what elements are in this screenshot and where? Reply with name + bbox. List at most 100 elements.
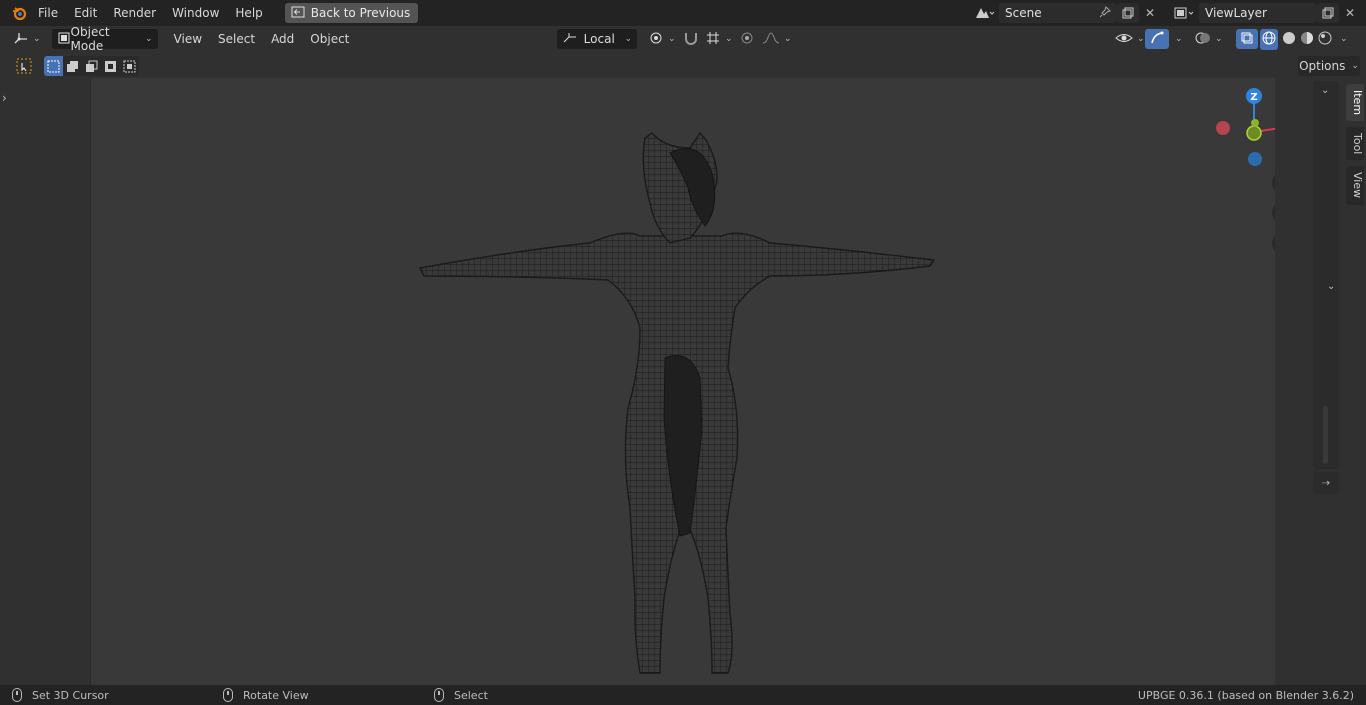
pivot-point-button[interactable]: ⌄	[643, 29, 681, 49]
object-mode-icon	[57, 31, 71, 48]
menu-select[interactable]: Select	[210, 28, 263, 50]
tab-item[interactable]: Item	[1346, 84, 1364, 122]
editor-type-button[interactable]: ⌄	[8, 29, 46, 49]
wireframe-shading-icon[interactable]	[1260, 28, 1278, 50]
mode-select[interactable]: Object Mode ⌄	[51, 25, 158, 53]
menu-file[interactable]: File	[30, 2, 66, 24]
mouse-right-icon	[434, 688, 444, 702]
mode-label: Object Mode	[70, 25, 110, 53]
viewlayer-name-field[interactable]: ViewLayer	[1199, 3, 1317, 23]
mouse-middle-icon	[223, 688, 233, 702]
select-subtract-icon[interactable]	[82, 56, 101, 76]
material-shading-icon[interactable]	[1300, 31, 1314, 48]
status-rotate-view-label: Rotate View	[243, 688, 309, 702]
pivot-icon	[648, 31, 664, 48]
status-select: Select	[434, 688, 488, 702]
chevron-down-icon: ⌄	[784, 34, 792, 44]
overlays-icon	[1195, 31, 1211, 48]
new-viewlayer-icon[interactable]	[1317, 3, 1339, 23]
select-new-icon[interactable]	[44, 56, 63, 76]
status-select-label: Select	[454, 688, 488, 702]
options-label: Options	[1299, 59, 1346, 73]
menu-render[interactable]: Render	[105, 2, 164, 24]
collapse-panel-icon[interactable]: ⌄	[1321, 85, 1329, 96]
scene-name: Scene	[1005, 6, 1042, 20]
options-dropdown[interactable]: Options ⌄	[1298, 56, 1360, 76]
visibility-button[interactable]: ⌄	[1110, 29, 1150, 49]
tab-view[interactable]: View	[1346, 166, 1364, 205]
status-rotate-view: Rotate View	[223, 688, 309, 702]
xray-icon	[1241, 32, 1253, 47]
solid-shading-icon[interactable]	[1282, 31, 1296, 48]
select-extend-icon[interactable]	[63, 56, 82, 76]
proportional-edit-toggle[interactable]	[735, 29, 759, 49]
pin-icon[interactable]	[1099, 5, 1111, 21]
mouse-left-icon	[12, 688, 22, 702]
select-intersect-icon[interactable]	[120, 56, 139, 76]
sidebar-region[interactable]: ⌄ ⌄ ⇢ Item Tool View	[1275, 78, 1366, 685]
chevron-down-icon: ⌄	[1215, 34, 1223, 44]
orientation-label: Local	[583, 32, 615, 46]
chevron-down-icon: ⌄	[725, 34, 733, 44]
back-arrow-icon	[291, 6, 305, 21]
tab-tool[interactable]: Tool	[1346, 127, 1364, 161]
chevron-down-icon: ⌄	[33, 34, 41, 44]
snap-target-button[interactable]: ⌄	[700, 29, 738, 49]
gizmo-dropdown[interactable]: ⌄	[1166, 29, 1188, 49]
status-set-cursor-label: Set 3D Cursor	[32, 688, 109, 702]
sidebar-tabs: Item Tool View	[1346, 84, 1364, 205]
blender-logo-icon[interactable]	[8, 2, 30, 24]
menu-edit[interactable]: Edit	[66, 2, 105, 24]
xray-toggle[interactable]	[1236, 29, 1258, 49]
gizmo-z-label: Z	[1250, 92, 1257, 103]
menu-window[interactable]: Window	[164, 2, 227, 24]
status-bar: Set 3D Cursor Rotate View Select UPBGE 0…	[0, 685, 1366, 705]
viewlayer-name: ViewLayer	[1205, 6, 1267, 20]
back-to-previous-label: Back to Previous	[310, 6, 411, 20]
status-set-cursor: Set 3D Cursor	[12, 688, 109, 702]
gizmo-icon	[1150, 31, 1164, 48]
active-tool-icon[interactable]	[14, 57, 34, 75]
falloff-button[interactable]: ⌄	[757, 29, 797, 49]
sidebar-scrollbar[interactable]	[1323, 406, 1328, 464]
select-invert-icon[interactable]	[101, 56, 120, 76]
sidebar-content-area[interactable]: ⌄ ⌄	[1313, 81, 1339, 469]
scene-browse-icon[interactable]	[969, 3, 999, 23]
chevron-down-icon: ⌄	[145, 34, 153, 44]
falloff-curve-icon	[762, 31, 780, 48]
status-version: UPBGE 0.36.1 (based on Blender 3.6.2)	[1138, 689, 1354, 702]
menu-object[interactable]: Object	[302, 28, 357, 50]
chevron-down-icon: ⌄	[668, 34, 676, 44]
overlays-toggle[interactable]: ⌄	[1190, 29, 1228, 49]
viewport-header: ⌄ Object Mode ⌄ View Select Add Object L…	[0, 25, 1366, 53]
menu-add[interactable]: Add	[263, 28, 302, 50]
3d-view-icon	[13, 31, 29, 48]
delete-viewlayer-icon[interactable]: ✕	[1339, 3, 1361, 23]
scroll-arrow-icon[interactable]: ⌄	[1327, 281, 1335, 292]
transform-orientation-select[interactable]: Local ⌄	[557, 29, 637, 49]
sidebar-toggle-icon[interactable]: ⇢	[1313, 472, 1339, 494]
eye-icon	[1115, 31, 1133, 48]
tool-settings-bar: Options ⌄	[0, 52, 1366, 78]
scene-name-field[interactable]: Scene	[999, 3, 1117, 23]
menu-help[interactable]: Help	[227, 2, 270, 24]
rendered-shading-icon[interactable]	[1318, 31, 1332, 48]
top-menu-bar: File Edit Render Window Help Back to Pre…	[0, 0, 1366, 26]
chevron-down-icon[interactable]: ⌄	[1340, 34, 1348, 44]
chevron-down-icon: ⌄	[1137, 34, 1145, 44]
delete-scene-icon[interactable]: ✕	[1139, 3, 1161, 23]
selection-mode-group	[44, 56, 139, 76]
orientation-icon	[562, 32, 578, 47]
viewlayer-browse-icon[interactable]	[1169, 3, 1199, 23]
scene-selector: Scene ✕ ViewLayer ✕	[969, 2, 1361, 24]
3d-viewport[interactable]: › Z X	[0, 78, 1366, 685]
back-to-previous-button[interactable]: Back to Previous	[284, 3, 419, 23]
version-label: UPBGE 0.36.1 (based on Blender 3.6.2)	[1137, 688, 1354, 702]
chevron-down-icon: ⌄	[624, 34, 632, 44]
proportional-edit-icon	[740, 31, 754, 48]
magnet-icon	[683, 31, 699, 48]
menu-view[interactable]: View	[166, 28, 210, 50]
wireframe-character-mesh[interactable]	[0, 78, 1366, 685]
new-scene-icon[interactable]	[1117, 3, 1139, 23]
chevron-down-icon: ⌄	[1175, 34, 1183, 44]
